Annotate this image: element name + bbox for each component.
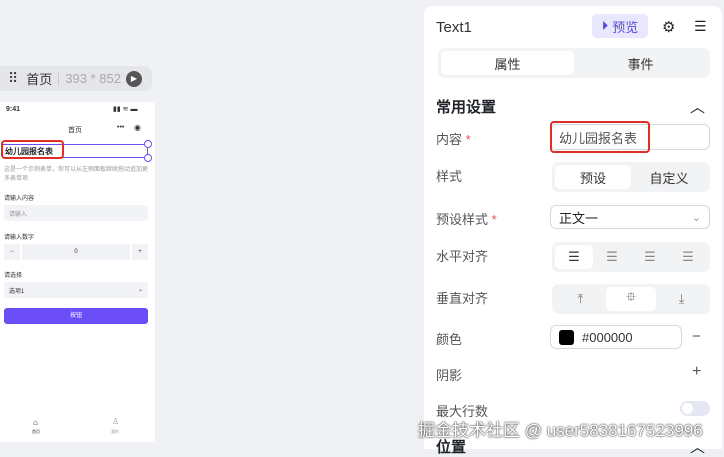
user-tab-icon[interactable]: ♙ [112, 417, 119, 426]
label-select: 请选择 [4, 273, 23, 279]
tab-home[interactable]: 首页 [32, 429, 40, 435]
valign-middle-icon[interactable]: ⯐ [605, 287, 657, 311]
remove-color-icon[interactable]: − [692, 328, 701, 345]
chevron-down-icon: ⌄ [691, 211, 701, 224]
preview-label: 预览 [612, 19, 639, 35]
valign-toggle: ⤒ ⯐ ⤓ [552, 284, 710, 314]
more-icon[interactable]: ••• [117, 124, 124, 131]
preview-button[interactable]: ⏵ 预览 [592, 14, 648, 38]
collapse-panel-icon[interactable]: ☰ [694, 18, 707, 35]
highlight-box [1, 140, 64, 159]
add-shadow-icon[interactable]: + [692, 363, 701, 381]
page-name: 首页 [26, 72, 53, 87]
select-field[interactable]: 选项1 ⌄ [4, 282, 148, 298]
preset-value: 正文一 [559, 210, 599, 226]
align-left-icon[interactable]: ☰ [555, 245, 593, 269]
style-label: 样式 [436, 169, 463, 184]
component-name: Text1 [436, 19, 472, 36]
page-toolbar: ⠿ 首页 393 * 852 ▶ [0, 66, 152, 91]
color-input[interactable]: #000000 [550, 325, 682, 349]
page-size: 393 * 852 [65, 71, 121, 86]
home-tab-icon[interactable]: ⌂ [33, 418, 38, 427]
halign-label: 水平对齐 [436, 249, 489, 264]
valign-top-icon[interactable]: ⤒ [555, 287, 606, 311]
play-icon[interactable]: ▶ [125, 70, 142, 87]
maxlines-toggle[interactable] [680, 401, 710, 416]
settings-icon[interactable]: ⚙ [662, 18, 675, 36]
tab-properties[interactable]: 属性 [441, 51, 574, 75]
content-label: 内容 * [436, 132, 471, 147]
submit-button[interactable]: 按钮 [4, 308, 148, 324]
color-label: 颜色 [436, 332, 463, 347]
stepper-plus[interactable]: + [132, 244, 148, 260]
drag-handle-icon[interactable]: ⠿ [8, 70, 18, 87]
align-center-icon[interactable]: ☰ [593, 245, 631, 269]
play-circle-icon: ⏵ [601, 18, 609, 33]
text-input[interactable]: 请输入 [4, 205, 148, 221]
preset-label: 预设样式 * [436, 212, 497, 227]
style-custom[interactable]: 自定义 [631, 165, 707, 189]
panel-tabs: 属性 事件 [438, 48, 710, 78]
style-toggle: 预设 自定义 [552, 162, 710, 192]
align-right-icon[interactable]: ☰ [631, 245, 669, 269]
valign-bottom-icon[interactable]: ⤓ [656, 287, 707, 311]
tab-me[interactable]: 我的 [111, 429, 119, 435]
form-description: 这是一个示例表单，你可以从左侧面板继续拖动追加更多表单项 [4, 167, 149, 182]
color-swatch[interactable] [559, 329, 574, 345]
valign-label: 垂直对齐 [436, 291, 489, 306]
stepper-minus[interactable]: − [4, 244, 20, 260]
highlight-box [550, 121, 650, 153]
label-text: 请输入内容 [4, 196, 35, 202]
watermark: 掘金技术社区 @ user5838167523996 [418, 421, 703, 440]
stepper-value[interactable]: 0 [22, 244, 130, 260]
label-number: 请输入数字 [4, 235, 35, 241]
nav-title: 首页 [68, 127, 82, 134]
collapse-icon[interactable]: ︿ [690, 96, 705, 117]
section-title: 常用设置 [436, 99, 497, 116]
style-preset[interactable]: 预设 [555, 165, 631, 189]
phone-preview: 9:41 ▮▮ ≋ ▬ 首页 ••• ◉ 幼儿园报名表 这是一个示例表单，你可以… [0, 102, 155, 442]
number-stepper[interactable]: − 0 + [4, 244, 148, 260]
status-icons: ▮▮ ≋ ▬ [113, 106, 138, 113]
align-justify-icon[interactable]: ☰ [669, 245, 707, 269]
preset-select[interactable]: 正文一 ⌄ [550, 205, 710, 229]
properties-panel: Text1 ⏵ 预览 ⚙ ☰ 属性 事件 常用设置 ︿ 内容 * 幼儿园报名表 样… [424, 6, 722, 456]
color-value: #000000 [582, 329, 633, 345]
capsule-close-icon[interactable]: ◉ [134, 123, 141, 132]
select-value: 选项1 [9, 289, 25, 295]
shadow-label: 阴影 [436, 368, 463, 383]
status-time: 9:41 [6, 106, 21, 113]
chevron-down-icon: ⌄ [137, 287, 143, 293]
halign-toggle: ☰ ☰ ☰ ☰ [552, 242, 710, 272]
tab-events[interactable]: 事件 [574, 51, 707, 75]
